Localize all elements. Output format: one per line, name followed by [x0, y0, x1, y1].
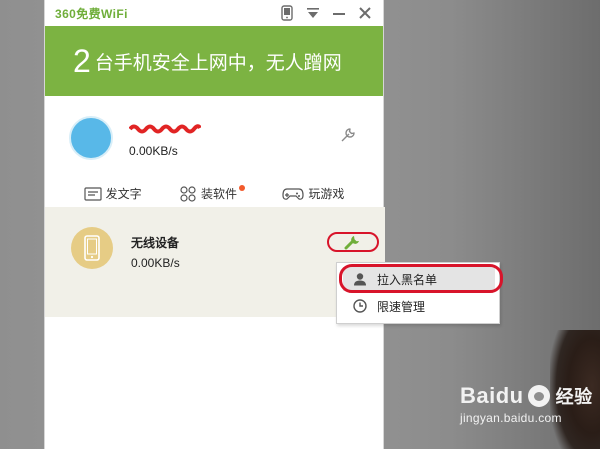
speed-limit-label: 限速管理: [377, 299, 426, 314]
menu-item-speed-limit[interactable]: 限速管理: [343, 294, 495, 318]
highlight-annotation: [339, 264, 503, 293]
wrench-icon: [344, 236, 359, 250]
notification-badge: [239, 184, 245, 191]
baidu-jingyan-watermark: Baidu 经验 jingyan.baidu.com: [460, 383, 593, 425]
message-icon: [84, 186, 102, 201]
hotspot-avatar: [69, 116, 113, 160]
device-speed: 0.00KB/s: [131, 256, 180, 270]
device-row[interactable]: 无线设备 0.00KB/s: [45, 207, 385, 317]
phone-icon[interactable]: [279, 5, 295, 21]
action-bar: 发文字 装软件 玩游戏: [45, 178, 383, 210]
hotspot-info: 0.00KB/s: [45, 96, 383, 178]
gamepad-icon: [282, 187, 304, 200]
send-text-button[interactable]: 发文字: [84, 185, 142, 202]
install-apps-label: 装软件: [200, 187, 237, 201]
watermark-url: jingyan.baidu.com: [460, 411, 562, 425]
play-games-button[interactable]: 玩游戏: [282, 185, 344, 202]
clock-icon: [353, 299, 367, 313]
status-banner: 2 台手机安全上网中，无人蹭网: [45, 26, 383, 96]
baidu-paw-icon: [527, 385, 550, 407]
app-title: 360免费WiFi: [55, 6, 128, 21]
banner-text: 台手机安全上网中，无人蹭网: [94, 52, 342, 74]
send-text-label: 发文字: [105, 187, 142, 201]
play-games-label: 玩游戏: [308, 187, 345, 201]
wifi-app-window: 360免费WiFi 2 台手机安全上网中，无人蹭网 0.00KB/s 发文字 装…: [44, 0, 385, 449]
dropdown-icon[interactable]: [305, 5, 321, 21]
hotspot-speed: 0.00KB/s: [129, 144, 178, 158]
apps-icon: [180, 185, 196, 202]
hotspot-name-redacted: [128, 123, 202, 138]
close-icon[interactable]: [357, 5, 373, 21]
baidu-brand-text: Baidu: [460, 383, 524, 408]
device-name: 无线设备: [131, 236, 180, 250]
jingyan-text: 经验: [555, 387, 593, 407]
minimize-icon[interactable]: [331, 5, 347, 21]
titlebar: 360免费WiFi: [45, 0, 383, 26]
connected-count: 2: [73, 42, 91, 79]
device-settings-button[interactable]: [327, 232, 379, 252]
install-apps-button[interactable]: 装软件: [179, 184, 245, 202]
phone-device-icon: [71, 227, 113, 269]
settings-wrench-icon[interactable]: [339, 126, 357, 144]
